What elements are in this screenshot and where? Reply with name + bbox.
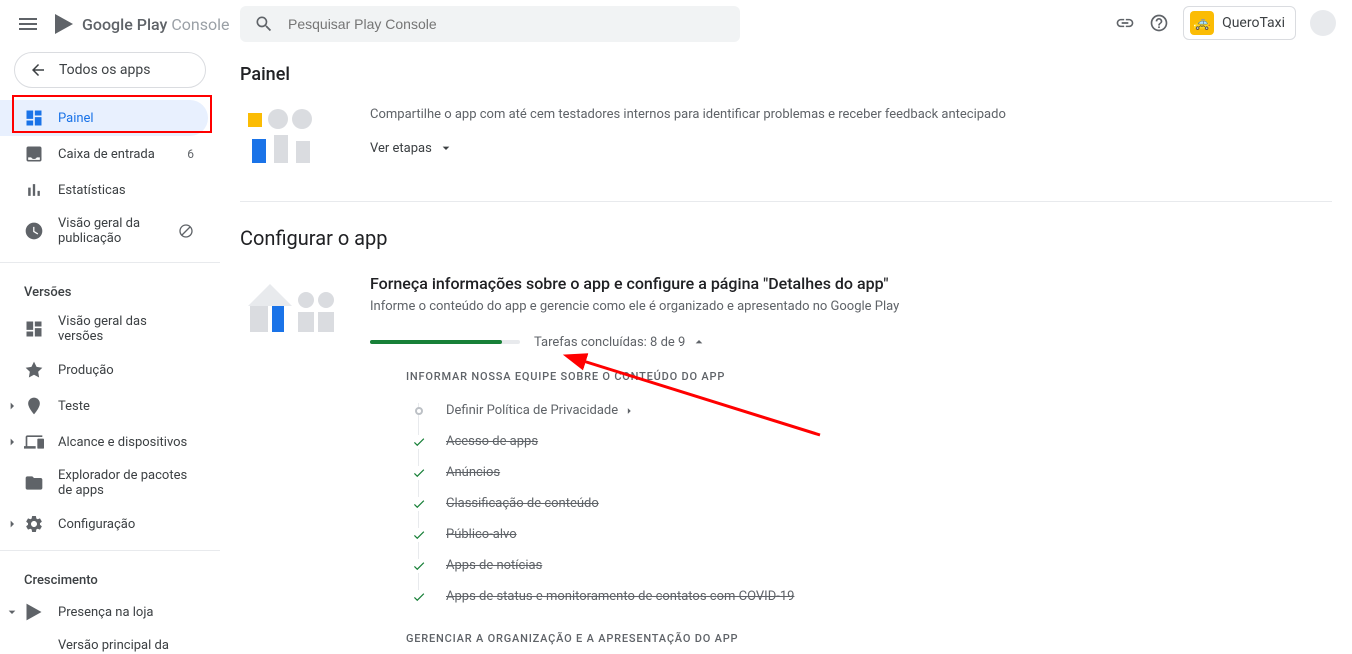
releases-icon xyxy=(24,319,44,339)
help-icon[interactable] xyxy=(1149,13,1169,33)
sidebar-item-presenca[interactable]: Presença na loja xyxy=(0,594,208,630)
chevron-right-icon xyxy=(622,404,636,418)
sidebar-item-production[interactable]: Produção xyxy=(0,352,208,388)
user-avatar[interactable] xyxy=(1310,10,1336,36)
card-description: Compartilhe o app com até cem testadores… xyxy=(370,107,1332,122)
tasks-heading: GERENCIAR A ORGANIZAÇÃO E A APRESENTAÇÃO… xyxy=(406,632,1332,645)
check-icon xyxy=(412,528,426,542)
check-icon xyxy=(412,497,426,511)
check-icon xyxy=(412,590,426,604)
google-play-icon xyxy=(52,12,76,36)
sidebar-item-painel[interactable]: Painel xyxy=(0,100,208,136)
explorer-icon xyxy=(24,473,44,493)
search-bar[interactable] xyxy=(240,6,740,42)
search-icon xyxy=(254,14,274,34)
arrow-left-icon xyxy=(29,61,47,79)
app-icon: 🚕 xyxy=(1190,11,1214,35)
inbox-count: 6 xyxy=(187,147,194,161)
setup-card-title: Forneça informações sobre o app e config… xyxy=(370,274,1332,293)
chevron-down-icon xyxy=(4,602,20,622)
link-icon[interactable] xyxy=(1115,13,1135,33)
devices-icon xyxy=(24,432,44,452)
logo-text: Google Play Console xyxy=(82,15,230,34)
check-icon xyxy=(412,435,426,449)
sidebar-item-versao-principal[interactable]: Versão principal da página "Detalhes do … xyxy=(0,630,208,654)
task-item[interactable]: Público-alvo xyxy=(412,519,1332,550)
section-title-configurar: Configurar o app xyxy=(240,226,1332,250)
task-item[interactable]: Definir Política de Privacidade xyxy=(412,395,1332,426)
chevron-right-icon xyxy=(4,514,20,534)
check-icon xyxy=(412,466,426,480)
sidebar-item-releases-overview[interactable]: Visão geral das versões xyxy=(0,306,208,352)
sidebar-item-alcance[interactable]: Alcance e dispositivos xyxy=(0,424,208,460)
app-name: QueroTaxi xyxy=(1222,15,1285,31)
task-label: Público-alvo xyxy=(446,527,517,542)
production-icon xyxy=(24,360,44,380)
task-item[interactable]: Apps de status e monitoramento de contat… xyxy=(412,581,1332,612)
task-label: Anúncios xyxy=(446,465,500,480)
sidebar-item-teste[interactable]: Teste xyxy=(0,388,208,424)
check-icon xyxy=(412,559,426,573)
chevron-up-icon xyxy=(691,334,707,350)
ver-etapas-button[interactable]: Ver etapas xyxy=(370,140,454,156)
task-item[interactable]: Classificação de conteúdo xyxy=(412,488,1332,519)
pending-icon xyxy=(415,407,423,415)
tasks-heading: INFORMAR NOSSA EQUIPE SOBRE O CONTEÚDO D… xyxy=(406,370,1332,383)
chevron-right-icon xyxy=(4,432,20,452)
task-label: Apps de status e monitoramento de contat… xyxy=(446,589,794,604)
setup-card-description: Informe o conteúdo do app e gerencie com… xyxy=(370,299,1332,314)
task-label: Definir Política de Privacidade xyxy=(446,403,636,418)
stats-icon xyxy=(24,180,44,200)
search-input[interactable] xyxy=(288,16,726,32)
progress-bar xyxy=(370,340,520,344)
task-label: Apps de notícias xyxy=(446,558,542,573)
store-icon xyxy=(24,602,44,622)
task-item[interactable]: Acesso de apps xyxy=(412,426,1332,457)
section-crescimento: Crescimento xyxy=(0,559,220,594)
sidebar-item-config[interactable]: Configuração xyxy=(0,506,208,542)
page-title: Painel xyxy=(240,64,1332,85)
inbox-icon xyxy=(24,144,44,164)
task-label: Acesso de apps xyxy=(446,434,538,449)
chevron-right-icon xyxy=(4,396,20,416)
task-item[interactable]: Apps de notícias xyxy=(412,550,1332,581)
section-versoes: Versões xyxy=(0,271,220,306)
sidebar-item-stats[interactable]: Estatísticas xyxy=(0,172,208,208)
publication-icon xyxy=(24,221,44,241)
sidebar-item-explorer[interactable]: Explorador de pacotes de apps xyxy=(0,460,208,506)
sidebar-item-publication[interactable]: Visão geral da publicação xyxy=(0,208,208,254)
illustration xyxy=(240,105,350,169)
all-apps-button[interactable]: Todos os apps xyxy=(14,52,206,88)
test-icon xyxy=(24,396,44,416)
task-item[interactable]: Anúncios xyxy=(412,457,1332,488)
logo[interactable]: Google Play Console xyxy=(52,12,230,36)
disabled-icon xyxy=(178,221,194,241)
illustration xyxy=(240,274,350,338)
sidebar-item-inbox[interactable]: Caixa de entrada 6 xyxy=(0,136,208,172)
dashboard-icon xyxy=(24,108,44,128)
progress-toggle[interactable]: Tarefas concluídas: 8 de 9 xyxy=(534,334,707,350)
gear-icon xyxy=(24,514,44,534)
chevron-down-icon xyxy=(438,140,454,156)
hamburger-menu-icon[interactable] xyxy=(16,12,40,36)
app-selector[interactable]: 🚕 QueroTaxi xyxy=(1183,6,1296,40)
task-label: Classificação de conteúdo xyxy=(446,496,599,511)
